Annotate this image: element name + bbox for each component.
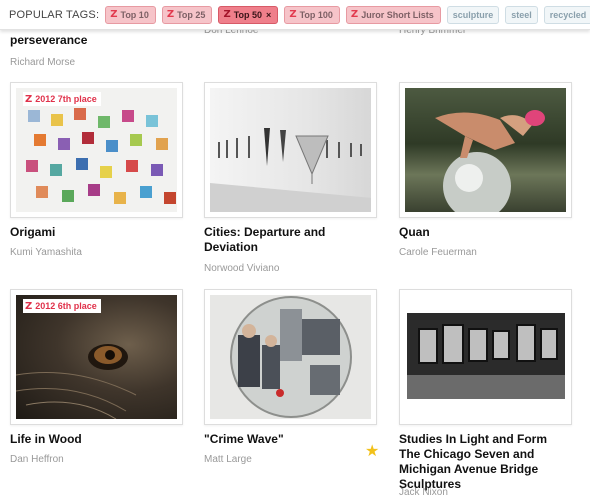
place-badge: Z 2012 6th place	[23, 299, 101, 313]
tag-label: Juror Short Lists	[361, 9, 434, 20]
ribbon-z-icon: Z	[110, 9, 118, 20]
star-icon[interactable]: ★	[365, 441, 379, 461]
tag-top-10[interactable]: Z Top 10	[105, 5, 156, 24]
artwork-thumbnail[interactable]: Z 2012 7th place	[10, 82, 183, 218]
ribbon-z-icon: Z	[289, 9, 297, 20]
tag-steel[interactable]: steel	[505, 5, 538, 24]
badge-label: 2012 6th place	[35, 301, 97, 311]
artwork-title[interactable]: Life in Wood	[10, 432, 180, 447]
artwork-artist[interactable]: Dan Heffron	[10, 454, 64, 465]
artwork-thumbnail[interactable]	[204, 82, 377, 218]
tag-label: Top 10	[120, 9, 149, 20]
artwork-title[interactable]: Studies In Light and Form The Chicago Se…	[399, 432, 569, 492]
artwork-thumbnail[interactable]	[399, 289, 572, 425]
artwork-thumbnail[interactable]	[204, 289, 377, 425]
artwork-thumbnail[interactable]: Z 2012 6th place	[10, 289, 183, 425]
tag-top-100[interactable]: Z Top 100	[284, 5, 340, 24]
artwork-artist[interactable]: Norwood Viviano	[204, 263, 279, 274]
artwork-artist[interactable]: Richard Morse	[10, 57, 75, 68]
ribbon-z-icon: Z	[350, 9, 359, 20]
artwork-title[interactable]: "Crime Wave"	[204, 432, 374, 447]
artwork-artist[interactable]: Carole Feuerman	[399, 247, 477, 258]
ribbon-z-icon: Z	[166, 9, 175, 20]
artwork-artist[interactable]: Jack Nixon	[399, 487, 448, 498]
tag-label: Top 25	[177, 9, 206, 20]
artwork-thumbnail[interactable]	[399, 82, 572, 218]
artwork-artist[interactable]: Kumi Yamashita	[10, 247, 82, 258]
ribbon-z-icon: Z	[25, 93, 33, 105]
artwork-title[interactable]: perseverance	[10, 33, 87, 47]
artwork-title[interactable]: Quan	[399, 225, 569, 240]
badge-label: 2012 7th place	[35, 94, 97, 104]
artwork-image	[210, 295, 371, 419]
tag-top-25[interactable]: Z Top 25	[161, 5, 213, 24]
ribbon-z-icon: Z	[223, 9, 231, 20]
artwork-artist[interactable]: Matt Large	[204, 454, 252, 465]
artwork-image: Z 2012 7th place	[16, 88, 177, 212]
close-icon[interactable]: ×	[266, 10, 271, 20]
artwork-image	[405, 88, 566, 212]
tag-sculpture[interactable]: sculpture	[446, 5, 500, 24]
artwork-image	[210, 88, 371, 212]
artwork-title[interactable]: Cities: Departure and Deviation	[204, 225, 374, 255]
tag-label: Top 100	[299, 9, 333, 20]
tag-recycled[interactable]: recycled	[543, 5, 590, 24]
artwork-title[interactable]: Origami	[10, 225, 180, 240]
artwork-image	[405, 295, 566, 419]
tag-top-50[interactable]: Z Top 50 ×	[218, 5, 279, 24]
popular-tags-label: POPULAR TAGS:	[9, 8, 100, 21]
place-badge: Z 2012 7th place	[23, 92, 101, 106]
popular-tags-bar: POPULAR TAGS: Z Top 10 Z Top 25 Z Top 50 × …	[0, 0, 590, 30]
tag-label: Top 50	[233, 9, 263, 20]
ribbon-z-icon: Z	[25, 300, 33, 312]
tag-juror-short-lists[interactable]: Z Juror Short Lists	[345, 5, 441, 24]
artwork-image: Z 2012 6th place	[16, 295, 177, 419]
